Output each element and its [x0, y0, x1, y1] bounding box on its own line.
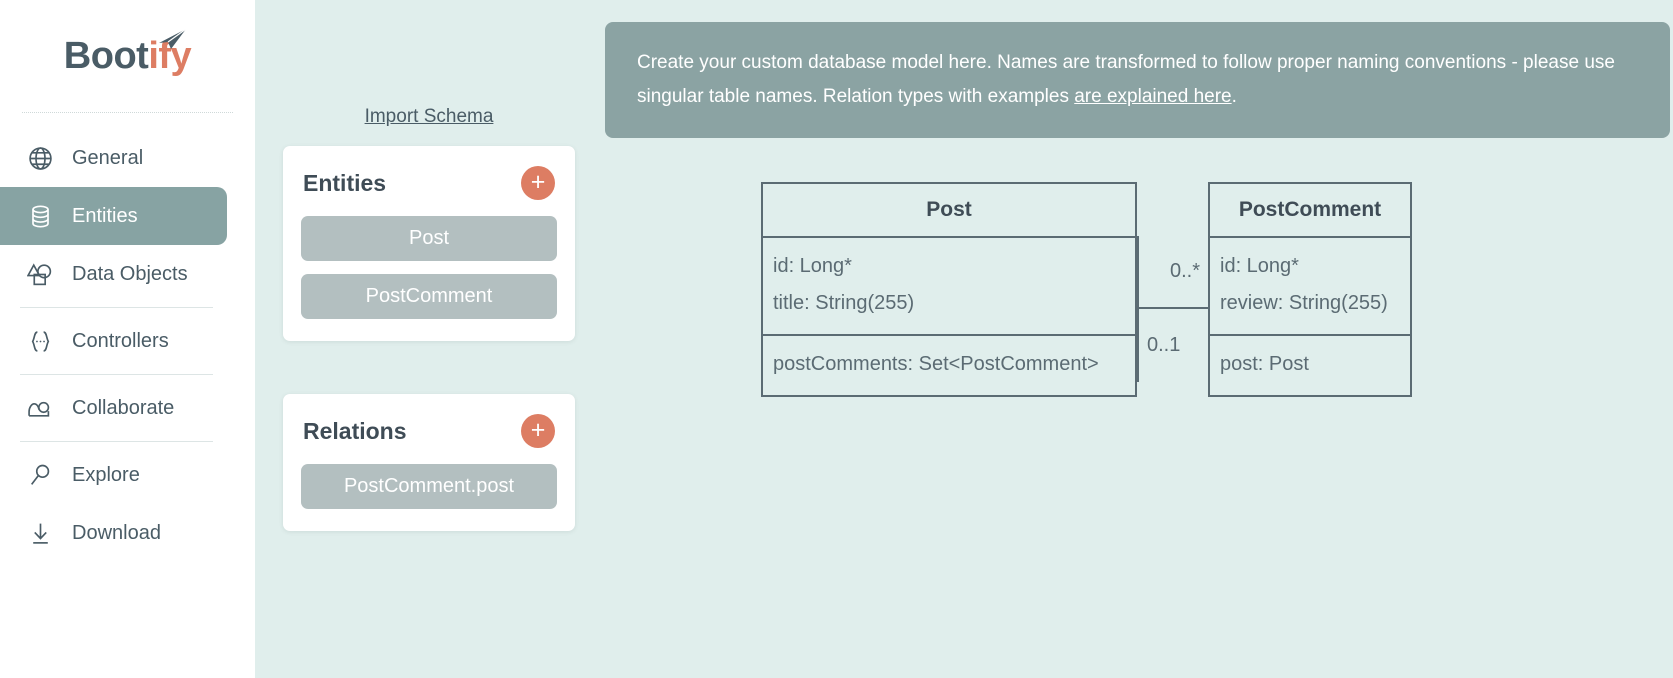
uml-class-post[interactable]: Post id: Long* title: String(255) postCo… — [761, 182, 1137, 397]
uml-relation-connector: 0..* 0..1 — [1137, 236, 1210, 382]
import-schema-link[interactable]: Import Schema — [283, 106, 575, 128]
app-root: Bootify General Entities — [0, 0, 1673, 678]
entities-panel-title: Entities — [303, 170, 386, 197]
banner-text-after: . — [1232, 86, 1237, 107]
relations-panel: Relations + PostComment.post — [283, 394, 575, 531]
entities-panel-header: Entities + — [301, 166, 557, 200]
uml-fields-section: id: Long* review: String(255) — [1210, 238, 1410, 336]
entities-panel: Entities + Post PostComment — [283, 146, 575, 341]
sidebar-divider — [20, 441, 213, 442]
sidebar-item-explore[interactable]: Explore — [0, 446, 227, 504]
uml-relations-section: postComments: Set<PostComment> — [763, 336, 1135, 395]
sidebar-divider — [20, 307, 213, 308]
relations-panel-header: Relations + — [301, 414, 557, 448]
sidebar-item-general[interactable]: General — [0, 129, 227, 187]
uml-class-postcomment[interactable]: PostComment id: Long* review: String(255… — [1208, 182, 1412, 397]
uml-class-title: Post — [763, 184, 1135, 238]
brand-logo[interactable]: Bootify — [0, 0, 255, 112]
add-entity-button[interactable]: + — [521, 166, 555, 200]
uml-relations-section: post: Post — [1210, 336, 1410, 395]
relations-panel-title: Relations — [303, 418, 407, 445]
sidebar-divider — [20, 374, 213, 375]
database-icon — [18, 198, 62, 234]
info-banner: Create your custom database model here. … — [605, 22, 1670, 138]
sidebar-nav: General Entities Data Objects Contro — [0, 113, 255, 562]
sidebar-item-label: Explore — [72, 464, 140, 487]
sidebar-item-label: Entities — [72, 205, 138, 228]
sidebar-item-label: Download — [72, 522, 161, 545]
download-arrow-icon — [18, 515, 62, 551]
uml-field-row: id: Long* — [773, 248, 1125, 285]
uml-field-row: title: String(255) — [773, 285, 1125, 322]
curly-braces-icon — [18, 323, 62, 359]
uml-multiplicity-source: 0..* — [1139, 236, 1208, 309]
sidebar: Bootify General Entities — [0, 0, 255, 678]
main-content: Create your custom database model here. … — [255, 0, 1673, 678]
uml-multiplicity-target: 0..1 — [1139, 309, 1208, 382]
sidebar-item-controllers[interactable]: Controllers — [0, 312, 227, 370]
uml-field-row: review: String(255) — [1220, 285, 1400, 322]
sidebar-item-download[interactable]: Download — [0, 504, 227, 562]
uml-relation-row: post: Post — [1220, 346, 1400, 383]
sidebar-item-label: Controllers — [72, 330, 169, 353]
banner-explained-here-link[interactable]: are explained here — [1074, 86, 1231, 107]
globe-icon — [18, 140, 62, 176]
uml-relation-row: postComments: Set<PostComment> — [773, 346, 1125, 383]
shapes-icon — [18, 256, 62, 292]
people-icon — [18, 390, 62, 426]
magnifier-icon — [18, 457, 62, 493]
add-relation-button[interactable]: + — [521, 414, 555, 448]
uml-field-row: id: Long* — [1220, 248, 1400, 285]
sidebar-item-collaborate[interactable]: Collaborate — [0, 379, 227, 437]
brand-text-boot: Boot — [64, 35, 149, 77]
entity-item-postcomment[interactable]: PostComment — [301, 274, 557, 319]
sidebar-item-data-objects[interactable]: Data Objects — [0, 245, 227, 303]
uml-class-title: PostComment — [1210, 184, 1410, 238]
sidebar-item-label: Data Objects — [72, 263, 188, 286]
sidebar-item-label: Collaborate — [72, 397, 174, 420]
sidebar-item-label: General — [72, 147, 143, 170]
sidebar-item-entities[interactable]: Entities — [0, 187, 227, 245]
relation-item-postcomment-post[interactable]: PostComment.post — [301, 464, 557, 509]
paper-plane-icon — [158, 28, 188, 52]
entity-item-post[interactable]: Post — [301, 216, 557, 261]
uml-fields-section: id: Long* title: String(255) — [763, 238, 1135, 336]
